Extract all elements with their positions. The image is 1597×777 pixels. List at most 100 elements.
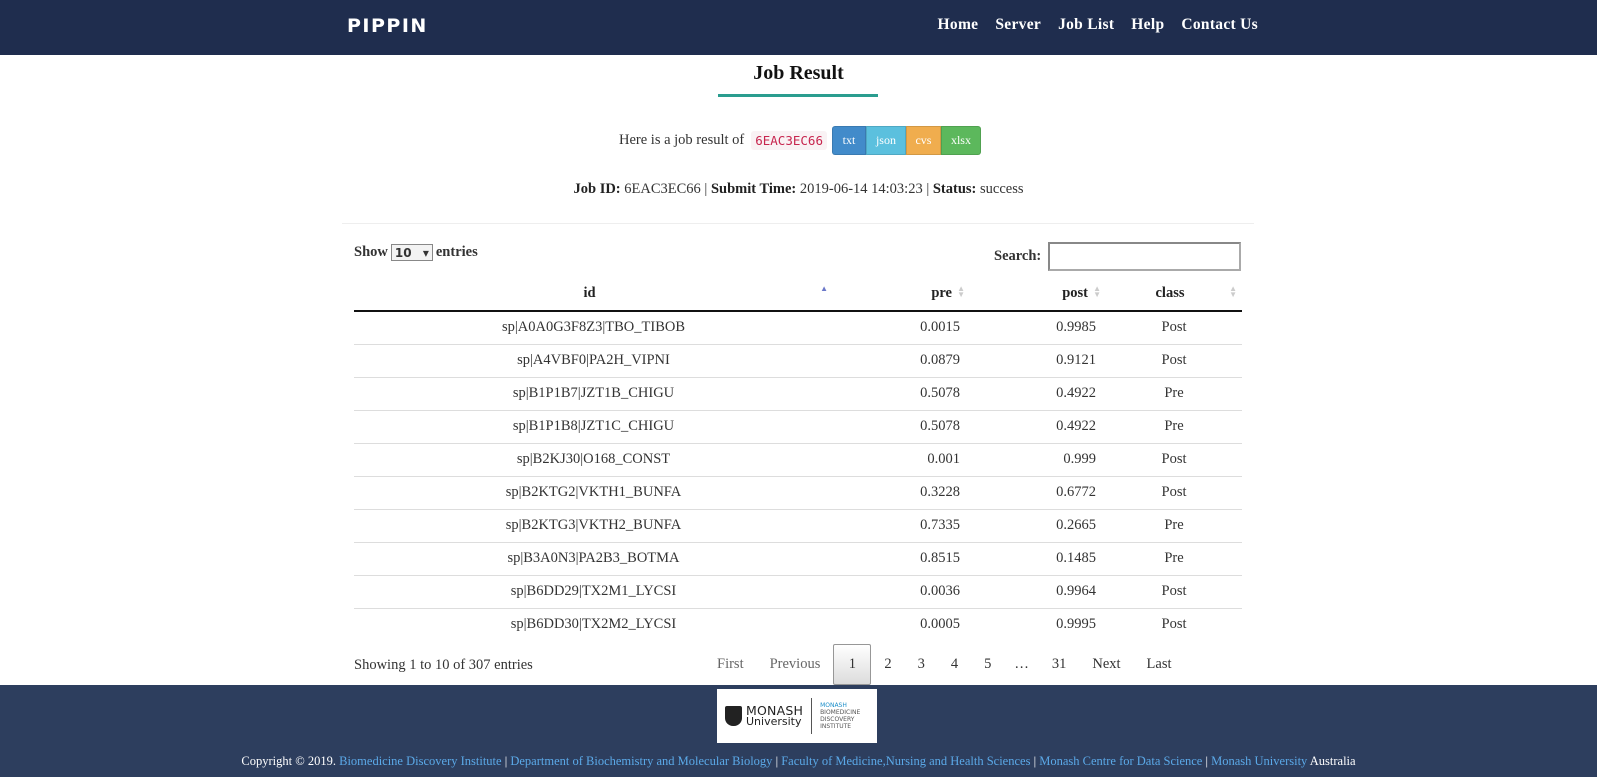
table-row: sp|B3A0N3|PA2B3_BOTMA 0.8515 0.1485 Pre — [354, 541, 1242, 575]
pagination-last-button[interactable]: Last — [1134, 644, 1185, 685]
download-xlsx-button[interactable]: xlsx — [940, 126, 981, 155]
page-length-value: 10 — [394, 245, 412, 260]
cell-pre: 0.3228 — [833, 475, 970, 509]
logo-university-text: University — [746, 715, 802, 728]
nav-job-list-link[interactable]: Job List — [1058, 16, 1114, 34]
cell-pre: 0.0005 — [833, 607, 970, 641]
cell-pre: 0.0036 — [833, 574, 970, 608]
footer-link-bdi[interactable]: Biomedicine Discovery Institute — [339, 754, 501, 768]
table-row: sp|B2KJ30|O168_CONST 0.001 0.999 Post — [354, 442, 1242, 476]
table-header-row: id ▲ pre ▲ ▼ post ▲ ▼ class ▲ ▼ — [354, 276, 1242, 312]
show-label: Show — [354, 244, 388, 260]
pagination-page-5[interactable]: 5 — [971, 644, 1004, 685]
cell-post: 0.4922 — [970, 376, 1106, 410]
cell-class: Post — [1161, 319, 1187, 336]
monash-logo[interactable]: MONASH University MONASH BIOMEDICINE DIS… — [717, 689, 877, 743]
cell-id: sp|B6DD30|TX2M2_LYCSI — [354, 607, 833, 641]
table-info: Showing 1 to 10 of 307 entries — [354, 657, 533, 673]
job-code: 6EAC3EC66 — [751, 131, 827, 150]
cell-id: sp|B2KTG3|VKTH2_BUNFA — [354, 508, 833, 542]
pagination-next-button[interactable]: Next — [1079, 644, 1133, 685]
title-underline — [718, 94, 878, 97]
nav-home-link[interactable]: Home — [938, 16, 979, 34]
footer-link-monash-university[interactable]: Monash University — [1211, 754, 1307, 768]
cell-post: 0.6772 — [970, 475, 1106, 509]
cell-class: Post — [1106, 343, 1242, 377]
status-value: success — [980, 181, 1024, 197]
nav-menu: Home Server Job List Help Contact Us — [938, 16, 1258, 34]
table-row: sp|B6DD29|TX2M1_LYCSI 0.0036 0.9964 Post — [354, 574, 1242, 608]
cell-post: 0.9995 — [970, 607, 1106, 641]
search-label: Search: — [994, 248, 1042, 264]
nav-help-link[interactable]: Help — [1131, 16, 1164, 34]
footer-link-biochemistry[interactable]: Department of Biochemistry and Molecular… — [510, 754, 772, 768]
footer: MONASH University MONASH BIOMEDICINE DIS… — [0, 685, 1597, 777]
pagination-page-4[interactable]: 4 — [938, 644, 971, 685]
cell-pre: 0.001 — [833, 442, 970, 476]
column-header-id[interactable]: id ▲ — [354, 276, 833, 312]
cell-pre: 0.7335 — [833, 508, 970, 542]
copyright-line: Copyright © 2019. Biomedicine Discovery … — [0, 754, 1597, 769]
table-row: sp|B6DD30|TX2M2_LYCSI 0.0005 0.9995 Post — [354, 607, 1242, 641]
page-length-select[interactable]: 10 ▾ — [390, 244, 433, 261]
column-header-label: pre — [931, 284, 952, 301]
download-cvs-button[interactable]: cvs — [905, 126, 941, 155]
pagination-page-2[interactable]: 2 — [871, 644, 904, 685]
monash-wordmark: MONASH University — [746, 704, 803, 728]
column-header-label: id — [583, 284, 596, 301]
job-meta-line: Job ID: 6EAC3EC66 | Submit Time: 2019-06… — [0, 181, 1597, 198]
download-json-button[interactable]: json — [865, 126, 906, 155]
job-id-label: Job ID: — [573, 181, 621, 197]
meta-separator: | — [926, 181, 930, 197]
sort-both-icon: ▲ ▼ — [957, 284, 965, 299]
bdi-wordmark: MONASH BIOMEDICINE DISCOVERY INSTITUTE — [820, 702, 860, 730]
column-header-label: class — [1155, 284, 1185, 301]
pagination-page-1[interactable]: 1 — [833, 644, 872, 685]
cell-pre: 0.5078 — [833, 376, 970, 410]
cell-id: sp|A0A0G3F8Z3|TBO_TIBOB — [501, 319, 686, 336]
sort-both-icon: ▲ ▼ — [1229, 284, 1237, 299]
status-label: Status: — [932, 181, 977, 197]
download-txt-button[interactable]: txt — [831, 126, 866, 155]
column-header-post[interactable]: post ▲ ▼ — [970, 276, 1106, 312]
cell-post: 0.4922 — [970, 409, 1106, 443]
cell-class: Pre — [1106, 508, 1242, 542]
bdi-line: DISCOVERY — [820, 716, 855, 723]
bdi-line: MONASH — [820, 702, 847, 709]
results-table: id ▲ pre ▲ ▼ post ▲ ▼ class ▲ ▼ sp|A0A0G3F8… — [354, 276, 1242, 641]
search-input[interactable] — [1048, 242, 1242, 271]
bdi-line: BIOMEDICINE — [820, 709, 861, 716]
table-row: sp|B2KTG3|VKTH2_BUNFA 0.7335 0.2665 Pre — [354, 508, 1242, 542]
search-control: Search: — [994, 242, 1242, 271]
bdi-line: INSTITUTE — [820, 723, 852, 730]
footer-link-faculty[interactable]: Faculty of Medicine,Nursing and Health S… — [781, 754, 1030, 768]
pagination: First Previous 1 2 3 4 5 … 31 Next Last — [704, 644, 1185, 685]
cell-post: 0.9964 — [970, 574, 1106, 608]
cell-id: sp|B2KJ30|O168_CONST — [354, 442, 833, 476]
column-header-pre[interactable]: pre ▲ ▼ — [833, 276, 970, 312]
cell-pre: 0.0015 — [920, 319, 960, 336]
cell-pre: 0.5078 — [833, 409, 970, 443]
cell-post: 0.9121 — [970, 343, 1106, 377]
pagination-page-3[interactable]: 3 — [905, 644, 938, 685]
cell-pre: 0.0879 — [833, 343, 970, 377]
pagination-first-button[interactable]: First — [704, 644, 757, 685]
result-line: Here is a job result of 6EAC3EC66 txt js… — [619, 126, 981, 155]
pagination-page-31[interactable]: 31 — [1039, 644, 1080, 685]
cell-id: sp|B6DD29|TX2M1_LYCSI — [354, 574, 833, 608]
cell-class: Pre — [1106, 541, 1242, 575]
cell-class: Post — [1106, 475, 1242, 509]
page-length-control: Show 10 ▾ entries — [354, 244, 478, 261]
monash-crest-icon — [725, 706, 742, 726]
table-row: sp|A0A0G3F8Z3|TBO_TIBOB 0.0015 0.9985 Post — [354, 311, 1242, 344]
cell-post: 0.999 — [970, 442, 1106, 476]
brand-logo[interactable]: PIPPIN — [347, 15, 428, 37]
pagination-previous-button[interactable]: Previous — [757, 644, 834, 685]
cell-post: 0.2665 — [970, 508, 1106, 542]
nav-server-link[interactable]: Server — [995, 16, 1041, 34]
meta-separator: | — [704, 181, 708, 197]
chevron-down-icon: ▾ — [422, 245, 429, 260]
footer-link-data-science[interactable]: Monash Centre for Data Science — [1039, 754, 1202, 768]
column-header-class[interactable]: class ▲ ▼ — [1106, 276, 1242, 312]
nav-contact-link[interactable]: Contact Us — [1181, 16, 1258, 34]
